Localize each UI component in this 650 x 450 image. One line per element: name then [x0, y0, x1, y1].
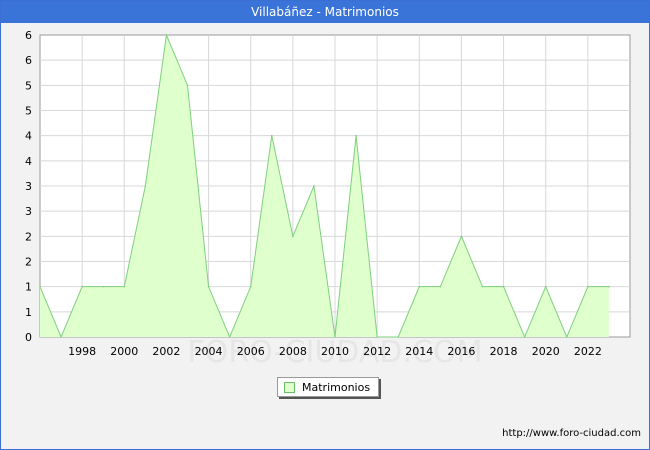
data-point: [165, 34, 168, 36]
x-tick-label: 2022: [574, 345, 602, 358]
y-tick-label: 1: [25, 281, 32, 294]
x-axis-ticks: 1998 2000 2002 2004 2006 2008 2010 2012 2014 2016…: [68, 345, 602, 358]
x-tick-label: 2006: [237, 345, 265, 358]
data-point: [313, 185, 315, 187]
data-point: [81, 285, 83, 288]
x-tick-label: 2018: [490, 345, 518, 358]
data-point: [418, 285, 421, 288]
data-point: [587, 285, 589, 288]
y-tick-label: 0: [25, 331, 32, 344]
y-tick-label: 5: [25, 105, 32, 118]
data-point: [292, 235, 294, 238]
data-point: [270, 134, 273, 137]
y-tick-label: 3: [25, 180, 32, 193]
data-point: [186, 84, 189, 87]
y-tick-label: 4: [25, 130, 32, 143]
y-axis-ticks: 0 1 1 2 2 3 3 4 4 5 5 6 6: [25, 29, 32, 344]
x-tick-label: 2016: [447, 345, 475, 358]
data-point: [228, 336, 231, 338]
x-tick-label: 2010: [321, 345, 349, 358]
data-point: [249, 285, 252, 288]
x-tick-label: 1998: [68, 345, 96, 358]
x-tick-label: 2012: [363, 345, 391, 358]
x-tick-label: 2008: [279, 345, 307, 358]
data-point: [397, 336, 400, 338]
legend-swatch: [284, 381, 295, 393]
legend: Matrimonios: [277, 377, 380, 397]
data-point: [460, 235, 463, 238]
y-tick-label: 6: [25, 29, 32, 42]
data-point: [39, 285, 41, 288]
y-tick-label: 6: [25, 54, 32, 67]
data-point: [544, 285, 547, 288]
data-point: [439, 285, 442, 288]
data-point: [144, 185, 147, 187]
data-point: [355, 134, 357, 137]
data-point: [523, 336, 526, 338]
data-point: [207, 285, 210, 288]
data-point: [60, 336, 62, 338]
data-point: [608, 285, 610, 288]
data-point: [502, 285, 505, 288]
y-tick-label: 1: [25, 306, 32, 319]
y-tick-label: 2: [25, 256, 32, 269]
data-point: [481, 285, 484, 288]
data-point: [565, 336, 568, 338]
data-point: [376, 336, 378, 338]
y-tick-label: 4: [25, 155, 32, 168]
y-tick-label: 3: [25, 205, 32, 218]
x-tick-label: 2000: [110, 345, 138, 358]
y-tick-label: 5: [25, 79, 32, 92]
x-tick-label: 2002: [152, 345, 180, 358]
x-tick-label: 2014: [405, 345, 433, 358]
data-point: [123, 285, 126, 288]
data-point: [334, 336, 336, 338]
x-tick-label: 2020: [532, 345, 560, 358]
footer-url[interactable]: http://www.foro-ciudad.com: [502, 428, 641, 439]
y-tick-label: 2: [25, 230, 32, 243]
x-tick-label: 2004: [195, 345, 223, 358]
data-point: [102, 285, 105, 288]
legend-label: Matrimonios: [302, 380, 371, 394]
